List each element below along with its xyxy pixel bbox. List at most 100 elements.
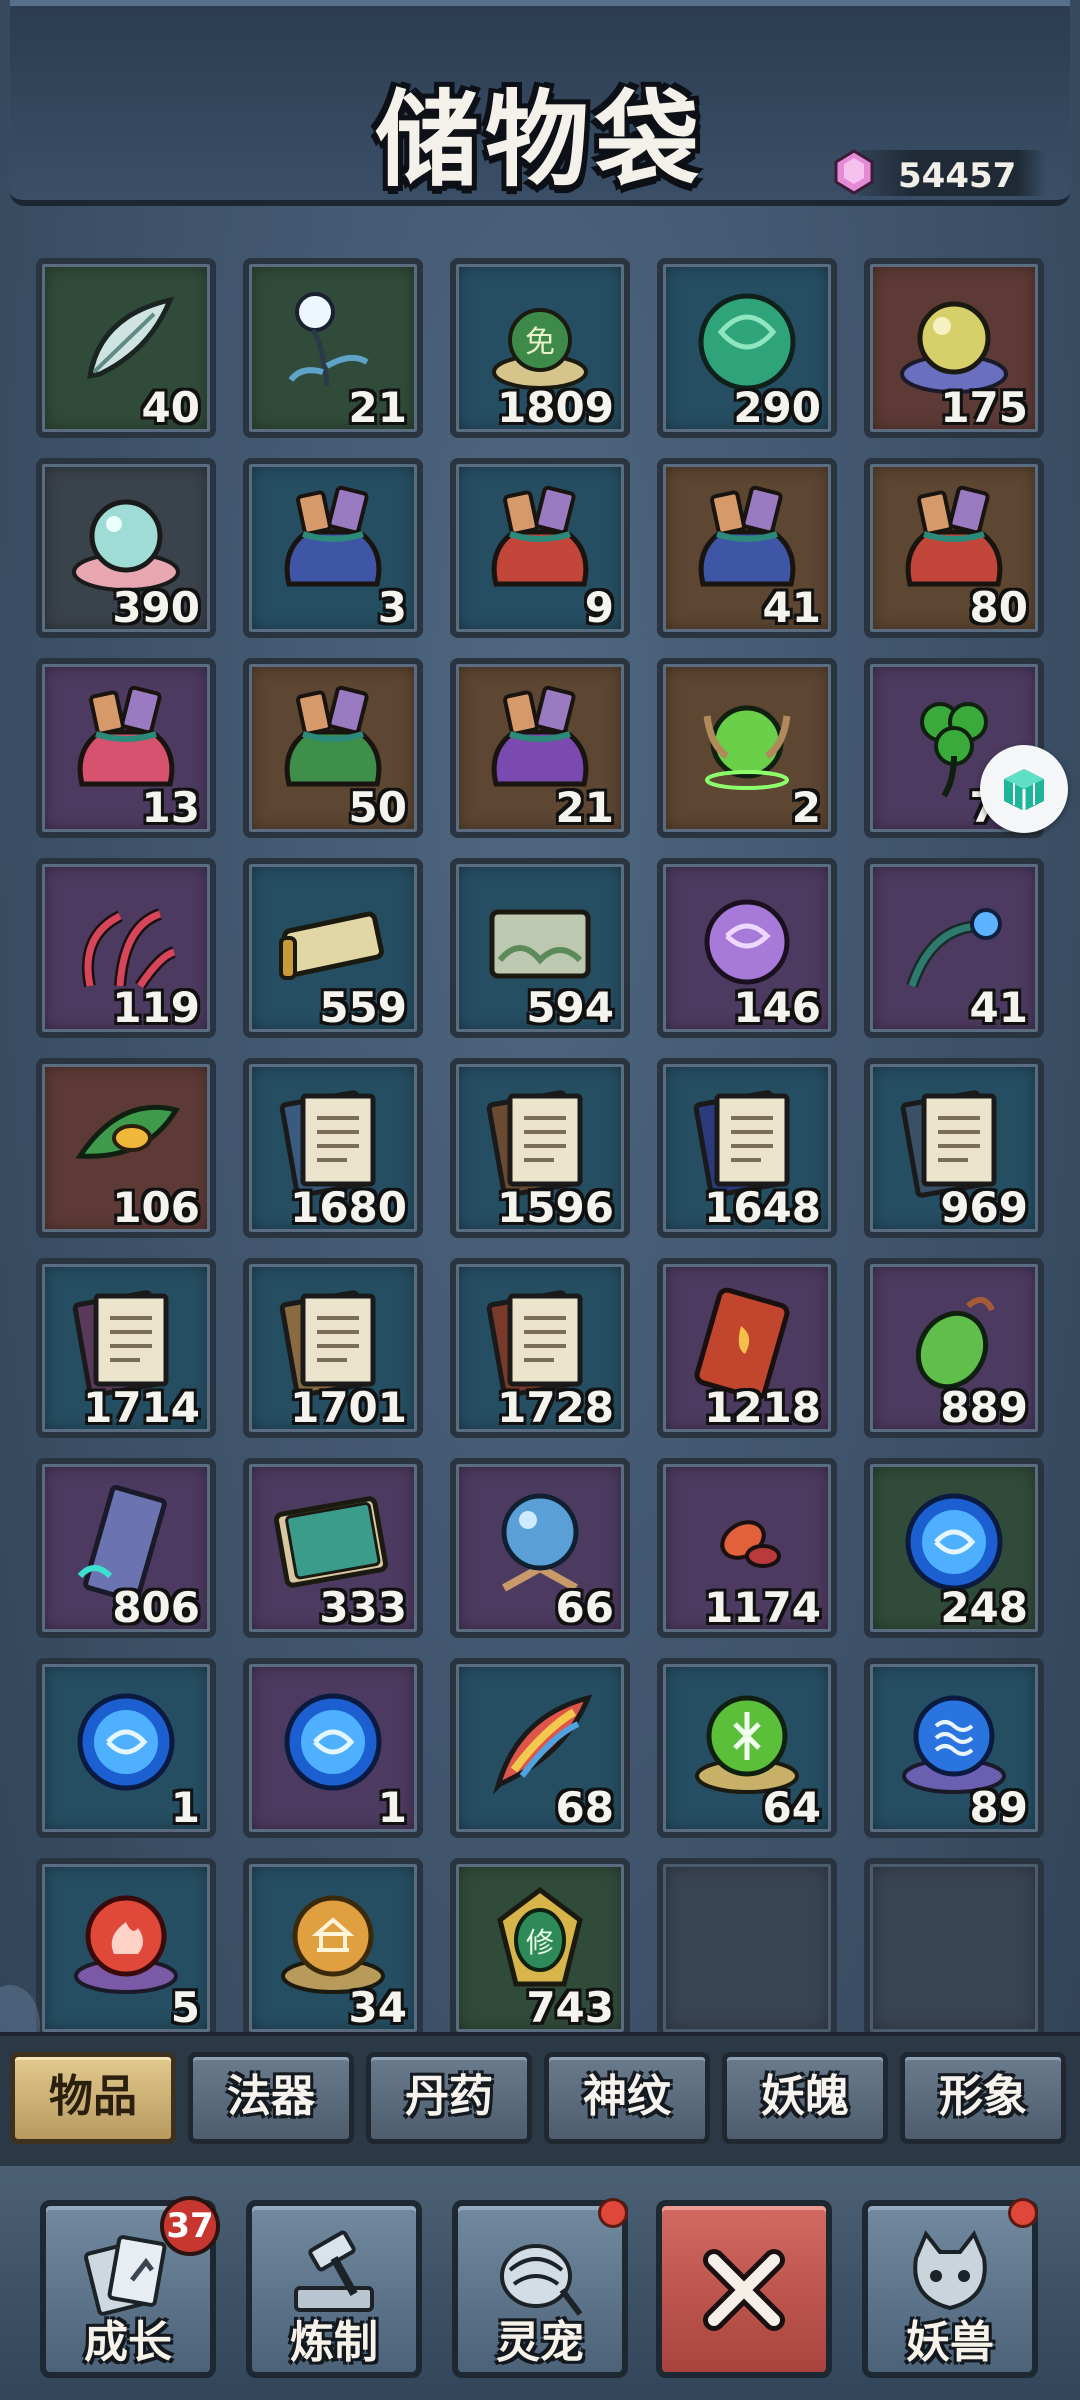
inventory-slot[interactable]: 13	[36, 658, 216, 838]
inventory-slot[interactable]: 1174	[657, 1458, 837, 1638]
tab-elixirs[interactable]: 丹药	[366, 2052, 532, 2144]
item-count: 50	[348, 783, 407, 832]
inventory-slot[interactable]: 89	[864, 1658, 1044, 1838]
inventory-slot[interactable]: 9	[450, 458, 630, 638]
close-icon	[703, 2249, 785, 2331]
inventory-slot[interactable]: 3	[243, 458, 423, 638]
close-button[interactable]	[656, 2200, 832, 2378]
item-count: 1680	[290, 1183, 407, 1232]
inventory-slot[interactable]: 1596	[450, 1058, 630, 1238]
tab-artifacts[interactable]: 法器	[188, 2052, 354, 2144]
item-count: 68	[555, 1783, 614, 1832]
item-count: 34	[348, 1983, 407, 2032]
inventory-slot[interactable]: 175	[864, 258, 1044, 438]
inventory-slot[interactable]: 1218	[657, 1258, 837, 1438]
growth-label: 成长	[84, 2317, 172, 2368]
inventory-slot[interactable]: 333	[243, 1458, 423, 1638]
inventory-slot[interactable]: 1648	[657, 1058, 837, 1238]
item-count: 1701	[290, 1383, 407, 1432]
item-count: 2	[791, 783, 821, 832]
item-count: 1648	[704, 1183, 821, 1232]
item-count: 21	[348, 383, 407, 432]
inventory-slot[interactable]: 969	[864, 1058, 1044, 1238]
inventory-slot[interactable]: 146	[657, 858, 837, 1038]
inventory-slot[interactable]: 50	[243, 658, 423, 838]
cube-icon	[1004, 769, 1044, 811]
item-count: 13	[141, 783, 200, 832]
category-tab-bar: 物品 法器 丹药 神纹 妖魄 形象	[0, 2032, 1080, 2170]
tab-items[interactable]: 物品	[10, 2052, 176, 2144]
inventory-slot[interactable]: 1714	[36, 1258, 216, 1438]
currency-display: 54457	[834, 149, 1046, 196]
item-count: 290	[733, 383, 821, 432]
inventory-slot[interactable]: 1701	[243, 1258, 423, 1438]
inventory-slot[interactable]: 80	[864, 458, 1044, 638]
item-count: 9	[584, 583, 614, 632]
inventory-slot[interactable]: 1728	[450, 1258, 630, 1438]
item-count: 40	[141, 383, 200, 432]
item-count: 559	[319, 983, 407, 1032]
notification-dot	[1008, 2198, 1038, 2228]
inventory-slot[interactable]: 41	[864, 858, 1044, 1038]
inventory-slot[interactable]: 1	[243, 1658, 423, 1838]
tab-divine-runes[interactable]: 神纹	[544, 2052, 710, 2144]
inventory-slot[interactable]: 40	[36, 258, 216, 438]
item-count: 3	[377, 583, 407, 632]
inventory-slot[interactable]: 106	[36, 1058, 216, 1238]
item-count: 1809	[497, 383, 614, 432]
demon-beast-button[interactable]: 妖兽	[862, 2198, 1038, 2378]
item-count: 5	[170, 1983, 200, 2032]
tab-appearance[interactable]: 形象	[900, 2052, 1066, 2144]
inventory-slot[interactable]: 1	[36, 1658, 216, 1838]
forge-button[interactable]: 炼制	[246, 2200, 422, 2378]
inventory-slot[interactable]: 290	[657, 258, 837, 438]
item-count: 1	[377, 1783, 407, 1832]
item-count: 333	[319, 1583, 407, 1632]
inventory-slot[interactable]: 41	[657, 458, 837, 638]
item-count: 390	[112, 583, 200, 632]
inventory-slot[interactable]: 5	[36, 1858, 216, 2038]
item-count: 594	[526, 983, 614, 1032]
spirit-pet-button[interactable]: 灵宠	[452, 2198, 628, 2378]
item-count: 119	[112, 983, 200, 1032]
inventory-slot[interactable]: 390	[36, 458, 216, 638]
inventory-slot[interactable]: 806	[36, 1458, 216, 1638]
inventory-slot[interactable]: 2	[657, 658, 837, 838]
item-count: 66	[555, 1583, 614, 1632]
bottom-nav: 成长 37 炼制 灵宠 妖兽	[0, 2166, 1080, 2400]
inventory-slot[interactable]: 889	[864, 1258, 1044, 1438]
forge-label: 炼制	[290, 2317, 378, 2368]
inventory-slot[interactable]: 559	[243, 858, 423, 1038]
item-count: 969	[940, 1183, 1028, 1232]
inventory-slot[interactable]: 66	[450, 1458, 630, 1638]
inventory-grid: 4021免18092901753903941801350212791195595…	[36, 258, 1048, 2038]
notification-dot	[598, 2198, 628, 2228]
inventory-slot[interactable]: 21	[243, 258, 423, 438]
inventory-slot[interactable]: 修 743	[450, 1858, 630, 2038]
inventory-slot[interactable]: 68	[450, 1658, 630, 1838]
inventory-slot[interactable]: 594	[450, 858, 630, 1038]
svg-text:免: 免	[525, 325, 555, 360]
inventory-slot-empty[interactable]	[657, 1858, 837, 2038]
growth-button[interactable]: 成长 37	[40, 2196, 220, 2378]
item-count: 106	[112, 1183, 200, 1232]
inventory-slot[interactable]: 248	[864, 1458, 1044, 1638]
inventory-slot[interactable]: 119	[36, 858, 216, 1038]
header-bar: 储物袋 54457	[10, 0, 1070, 206]
pink-gem-icon	[834, 149, 874, 195]
item-count: 248	[940, 1583, 1028, 1632]
inventory-slot[interactable]: 64	[657, 1658, 837, 1838]
inventory-slot[interactable]: 34	[243, 1858, 423, 2038]
item-count: 175	[940, 383, 1028, 432]
floating-assistant-button[interactable]	[980, 745, 1068, 833]
item-count: 41	[762, 583, 821, 632]
item-count: 806	[112, 1583, 200, 1632]
demon-beast-label: 妖兽	[906, 2317, 994, 2368]
item-count: 21	[555, 783, 614, 832]
growth-badge: 37	[160, 2196, 220, 2256]
inventory-slot-empty[interactable]	[864, 1858, 1044, 2038]
inventory-slot[interactable]: 1680	[243, 1058, 423, 1238]
inventory-slot[interactable]: 21	[450, 658, 630, 838]
inventory-slot[interactable]: 免 1809	[450, 258, 630, 438]
tab-demon-souls[interactable]: 妖魄	[722, 2052, 888, 2144]
